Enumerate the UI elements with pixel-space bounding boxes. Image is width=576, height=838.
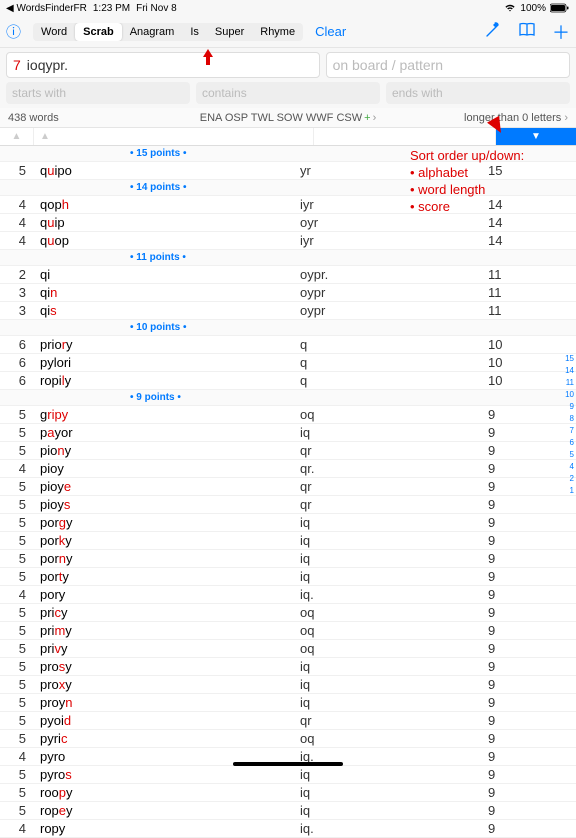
table-row[interactable]: 5pioysqr9 [0, 496, 576, 514]
table-row[interactable]: 5prosyiq9 [0, 658, 576, 676]
tab-scrab[interactable]: Scrab [75, 23, 122, 41]
table-row[interactable]: 6ropilyq10 [0, 372, 576, 390]
table-row[interactable]: 3qisoypr11 [0, 302, 576, 320]
table-row[interactable]: 4poryiq.9 [0, 586, 576, 604]
table-row[interactable]: 3qinoypr11 [0, 284, 576, 302]
table-row[interactable]: 5proyniq9 [0, 694, 576, 712]
table-row[interactable]: 2qioypr.11 [0, 266, 576, 284]
sort-col-score[interactable]: ▼ [496, 128, 576, 145]
table-row[interactable]: 5pionyqr9 [0, 442, 576, 460]
clear-button[interactable]: Clear [315, 24, 346, 39]
info-icon[interactable]: ⓘ [6, 21, 21, 42]
word-count: 438 words [8, 112, 59, 124]
table-row[interactable]: 5porkyiq9 [0, 532, 576, 550]
tab-word[interactable]: Word [33, 23, 75, 41]
dict-selector[interactable]: ENA OSP TWL SOW WWF CSW +› [200, 112, 376, 124]
sort-col-word[interactable]: ▲ [34, 128, 314, 145]
tab-rhyme[interactable]: Rhyme [252, 23, 303, 41]
table-row[interactable]: 5ropeyiq9 [0, 802, 576, 820]
table-row[interactable]: 5porgyiq9 [0, 514, 576, 532]
settings-icon[interactable] [484, 19, 502, 45]
contains-input[interactable]: contains [196, 82, 380, 104]
section-header: • 15 points • [0, 146, 576, 162]
table-row[interactable]: 6prioryq10 [0, 336, 576, 354]
table-row[interactable]: 5privyoq9 [0, 640, 576, 658]
table-row[interactable]: 4quopiyr14 [0, 232, 576, 250]
table-row[interactable]: 5gripyoq9 [0, 406, 576, 424]
back-app[interactable]: ◀ WordsFinderFR [6, 3, 87, 14]
book-icon[interactable] [518, 19, 536, 45]
results-list: • 15 points •5quipoyr15• 14 points •4qop… [0, 146, 576, 838]
status-time: 1:23 PM [93, 3, 130, 14]
sort-col-remain[interactable] [314, 128, 496, 145]
table-row[interactable]: 6pyloriq10 [0, 354, 576, 372]
table-row[interactable]: 5pyricoq9 [0, 730, 576, 748]
sort-col-length[interactable]: ▲ [0, 128, 34, 145]
status-date: Fri Nov 8 [136, 3, 177, 14]
section-header: • 11 points • [0, 250, 576, 266]
ends-with-input[interactable]: ends with [386, 82, 570, 104]
annotation-pointer-top [202, 48, 214, 65]
table-row[interactable]: 4pioyqr.9 [0, 460, 576, 478]
starts-with-input[interactable]: starts with [6, 82, 190, 104]
battery-pct: 100% [520, 3, 546, 14]
table-row[interactable]: 5quipoyr15 [0, 162, 576, 180]
tab-is[interactable]: Is [182, 23, 207, 41]
wifi-icon [504, 3, 516, 14]
letter-count: 7 [13, 57, 21, 73]
table-row[interactable]: 5pricyoq9 [0, 604, 576, 622]
table-row[interactable]: 5portyiq9 [0, 568, 576, 586]
home-indicator[interactable] [233, 762, 343, 766]
table-row[interactable]: 5primyoq9 [0, 622, 576, 640]
table-row[interactable]: 5pornyiq9 [0, 550, 576, 568]
section-header: • 9 points • [0, 390, 576, 406]
tab-anagram[interactable]: Anagram [122, 23, 183, 41]
table-row[interactable]: 5proxyiq9 [0, 676, 576, 694]
table-row[interactable]: 5pioyeqr9 [0, 478, 576, 496]
battery-icon [550, 3, 570, 14]
table-row[interactable]: 4qophiyr14 [0, 196, 576, 214]
score-index[interactable]: 1514111098765421 [565, 354, 574, 495]
table-row[interactable]: 5pyoidqr9 [0, 712, 576, 730]
section-header: • 14 points • [0, 180, 576, 196]
table-row[interactable]: 5pyrosiq9 [0, 766, 576, 784]
length-filter[interactable]: longer than 0 letters › [464, 112, 568, 124]
table-row[interactable]: 4quipoyr14 [0, 214, 576, 232]
table-row[interactable]: 5payoriq9 [0, 424, 576, 442]
section-header: • 10 points • [0, 320, 576, 336]
add-icon[interactable]: ＋ [552, 19, 570, 45]
tab-super[interactable]: Super [207, 23, 252, 41]
letters-input[interactable]: 7 ioqypr. [6, 52, 320, 78]
pattern-input[interactable]: on board / pattern [326, 52, 570, 78]
table-row[interactable]: 4ropyiq.9 [0, 820, 576, 838]
mode-tabs: Word Scrab Anagram Is Super Rhyme [33, 23, 303, 41]
table-row[interactable]: 5roopyiq9 [0, 784, 576, 802]
